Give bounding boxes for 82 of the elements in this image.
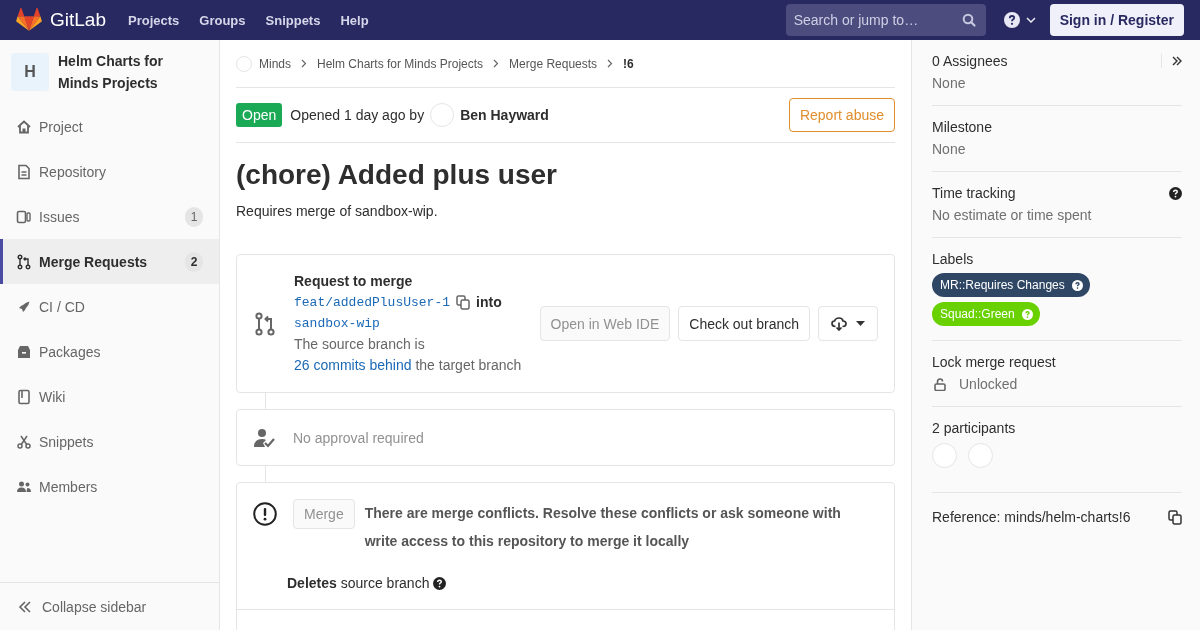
user-check-icon xyxy=(254,427,276,448)
source-branch-link[interactable]: feat/addedPlusUser-1 xyxy=(294,292,451,313)
warning-icon xyxy=(253,502,277,526)
sidebar-item[interactable]: Issues 1 xyxy=(0,194,219,239)
breadcrumb-link[interactable]: Minds xyxy=(259,56,291,71)
sidebar-item[interactable]: Project xyxy=(0,104,219,149)
chevron-right-icon xyxy=(301,59,307,68)
nav-link[interactable]: Snippets xyxy=(265,12,321,28)
lock-title: Lock merge request xyxy=(932,354,1057,370)
sidebar-item[interactable]: Repository xyxy=(0,149,219,194)
search-icon xyxy=(961,13,976,27)
cloud-download-icon xyxy=(831,316,847,331)
description-text: Requires merge of sandbox-wip. xyxy=(236,203,439,219)
time-tracking-title: Time tracking xyxy=(932,185,1016,201)
branch-status-text: The source branch is 26 commits behind the target branch xyxy=(294,335,523,375)
merge-request-icon xyxy=(16,253,32,270)
conflict-message: There are merge conflicts. Resolve these conflicts or ask someone with write access to this repository to merge it locally xyxy=(364,504,842,551)
merge-request-title: (chore) Added plus user xyxy=(236,159,558,191)
breadcrumb-link[interactable]: !6 xyxy=(623,56,634,71)
search-field[interactable]: Search or jump to… xyxy=(785,4,986,36)
milestone-title: Milestone xyxy=(932,119,993,135)
copy-icon[interactable] xyxy=(456,295,471,310)
double-chevron-left-icon xyxy=(18,600,32,613)
chevron-right-icon xyxy=(607,59,614,68)
chevron-right-icon xyxy=(493,59,500,68)
sidebar-item[interactable]: Packages xyxy=(0,329,219,374)
target-branch-link[interactable]: sandbox-wip xyxy=(294,313,534,334)
help-icon xyxy=(1021,308,1033,320)
into-text: into xyxy=(476,293,502,312)
download-dropdown-button[interactable] xyxy=(818,306,878,341)
lock-value: Unlocked xyxy=(959,376,1018,392)
sidebar-item[interactable]: Members xyxy=(0,464,219,509)
deletes-source-branch-text: Deletes source branch xyxy=(287,575,430,591)
nav-link[interactable]: Projects xyxy=(128,12,180,28)
copy-icon[interactable] xyxy=(1168,509,1182,525)
commits-behind-link[interactable]: 26 commits behind xyxy=(294,357,412,373)
merge-request-icon xyxy=(255,311,275,336)
label-tag[interactable]: MR::Requires Changes xyxy=(932,273,1090,297)
help-icon[interactable] xyxy=(433,576,447,590)
unlocked-padlock-icon xyxy=(934,377,946,391)
help-icon xyxy=(1003,12,1020,28)
labels-title: Labels xyxy=(932,251,975,267)
brand-name[interactable]: GitLab xyxy=(50,9,106,31)
reference-text: Reference: minds/helm-charts!6 xyxy=(932,509,1131,525)
help-icon[interactable] xyxy=(1169,186,1182,200)
help-icon xyxy=(1071,279,1083,291)
sidebar-item[interactable]: CI / CD xyxy=(0,284,219,329)
breadcrumb-link[interactable]: Helm Charts for Minds Projects xyxy=(317,56,484,71)
status-badge: Open xyxy=(236,103,283,127)
sidebar-item[interactable]: Wiki xyxy=(0,374,219,419)
double-chevron-right-icon[interactable] xyxy=(1172,56,1182,66)
breadcrumb-link[interactable]: Merge Requests xyxy=(509,56,598,71)
project-avatar[interactable]: H xyxy=(11,53,49,91)
scissors-icon xyxy=(16,433,32,450)
count-badge: 1 xyxy=(185,206,203,227)
document-icon xyxy=(16,163,32,180)
sidebar-item[interactable]: Merge Requests 2 xyxy=(0,239,219,284)
collapse-sidebar-link[interactable]: Collapse sidebar xyxy=(0,582,219,630)
count-badge: 2 xyxy=(185,251,203,272)
approval-text: No approval required xyxy=(293,429,424,446)
author-link[interactable]: Ben Hayward xyxy=(460,107,549,123)
home-icon xyxy=(16,118,32,135)
sign-in-button[interactable]: Sign in / Register xyxy=(1049,4,1184,36)
assignees-value: None xyxy=(932,75,967,91)
milestone-value: None xyxy=(932,141,967,157)
nav-link[interactable]: Help xyxy=(340,12,369,28)
widget-heading: Request to merge xyxy=(294,272,414,291)
help-dropdown[interactable] xyxy=(1003,12,1036,28)
opened-text: Opened 1 day ago by xyxy=(290,107,425,123)
project-name[interactable]: Helm Charts for Minds Projects xyxy=(58,50,173,94)
participants-title: 2 participants xyxy=(932,420,1017,436)
nav-link[interactable]: Groups xyxy=(199,12,246,28)
action-button[interactable]: Check out branch xyxy=(678,306,810,341)
issues-icon xyxy=(16,208,32,225)
book-icon xyxy=(16,388,32,405)
chevron-down-icon xyxy=(1025,17,1036,23)
fox-logo-icon[interactable] xyxy=(16,8,42,32)
assignees-title: 0 Assignees xyxy=(932,53,1008,69)
time-tracking-value: No estimate or time spent xyxy=(932,207,1093,223)
sidebar-item[interactable]: Snippets xyxy=(0,419,219,464)
package-icon xyxy=(16,343,32,360)
caret-down-icon xyxy=(856,321,865,326)
